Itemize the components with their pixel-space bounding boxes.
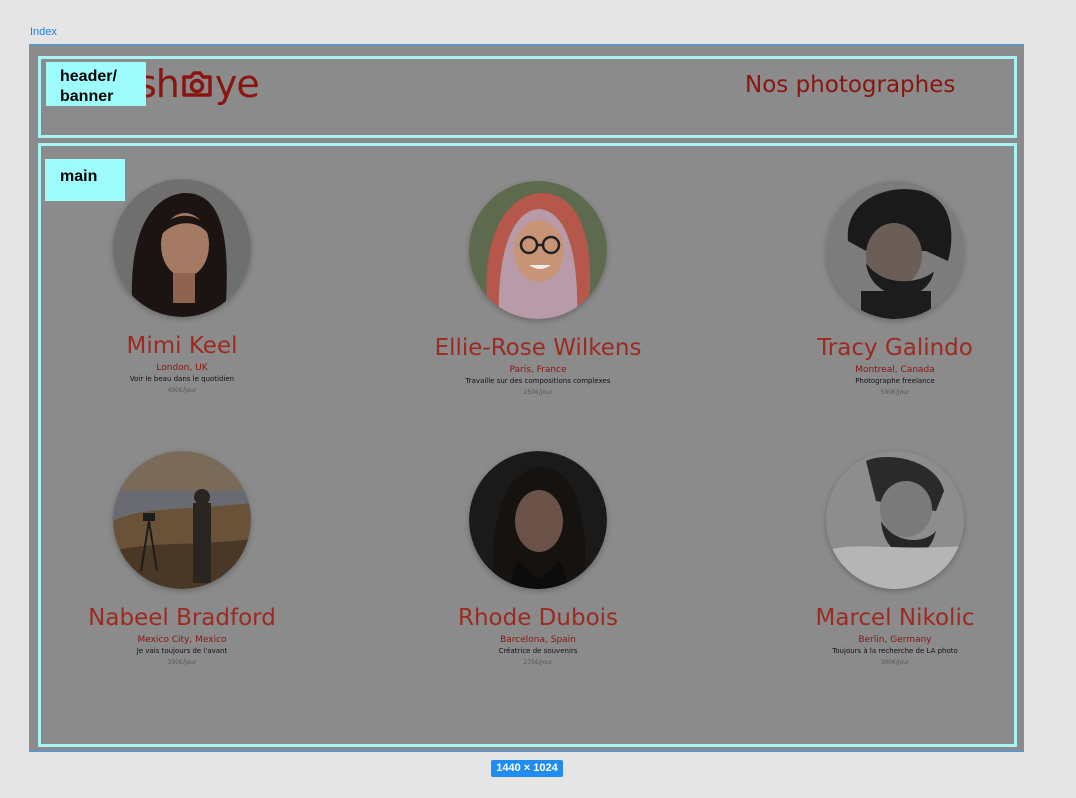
photographer-portrait[interactable]: [826, 451, 964, 589]
header-tag-label: header/ banner: [60, 68, 117, 105]
photographer-name[interactable]: Rhode Dubois: [373, 605, 703, 631]
photographer-tagline: Photographe freelance: [855, 377, 935, 385]
photographer-location: Paris, France: [509, 365, 567, 375]
photographer-portrait[interactable]: [469, 181, 607, 319]
photographer-price: 250€/jour: [523, 389, 553, 396]
photographer-price: 300€/jour: [880, 659, 910, 666]
main-region: main Mimi Keel London, UK Voir le beau d…: [38, 143, 1017, 747]
index-frame[interactable]: sh ye header/ banner Nos photographes ma…: [29, 44, 1024, 752]
photographer-price: 350€/jour: [167, 659, 197, 666]
photographer-card[interactable]: Nabeel Bradford Mexico City, Mexico Je v…: [17, 451, 347, 668]
photographer-tagline: Je vais toujours de l'avant: [136, 647, 228, 655]
photographer-portrait[interactable]: [113, 451, 251, 589]
photographer-name[interactable]: Tracy Galindo: [730, 335, 1060, 361]
logo-text-right: ye: [214, 62, 260, 106]
page-title: Nos photographes: [745, 72, 956, 98]
photographer-location: Berlin, Germany: [858, 635, 932, 645]
photographer-name[interactable]: Mimi Keel: [17, 333, 347, 359]
photographer-card[interactable]: Rhode Dubois Barcelona, Spain Créatrice …: [373, 451, 703, 668]
photographer-portrait[interactable]: [469, 451, 607, 589]
photographer-card[interactable]: Tracy Galindo Montreal, Canada Photograp…: [730, 181, 1060, 398]
photographer-price: 275€/jour: [523, 659, 553, 666]
photographer-portrait[interactable]: [113, 179, 251, 317]
photographer-location: Mexico City, Mexico: [137, 635, 227, 645]
photographer-price: 500€/jour: [880, 389, 910, 396]
header-region: sh ye header/ banner Nos photographes: [38, 56, 1017, 138]
photographer-location: Montreal, Canada: [855, 365, 935, 375]
photographer-tagline: Voir le beau dans le quotidien: [129, 375, 235, 383]
frame-label[interactable]: Index: [30, 26, 57, 38]
photographer-location: Barcelona, Spain: [500, 635, 576, 645]
photographer-card[interactable]: Ellie-Rose Wilkens Paris, France Travail…: [373, 181, 703, 398]
photographer-tagline: Créatrice de souvenirs: [498, 647, 578, 655]
photographer-name[interactable]: Marcel Nikolic: [730, 605, 1060, 631]
header-annotation-tag: header/ banner: [46, 62, 146, 106]
photographer-location: London, UK: [156, 363, 208, 373]
photographer-card[interactable]: Marcel Nikolic Berlin, Germany Toujours …: [730, 451, 1060, 668]
logo[interactable]: sh ye: [137, 62, 260, 106]
photographer-name[interactable]: Ellie-Rose Wilkens: [373, 335, 703, 361]
photographer-price: 400€/jour: [167, 387, 197, 394]
frame-size-badge: 1440 × 1024: [491, 760, 563, 777]
photographer-portrait[interactable]: [826, 181, 964, 319]
photographer-name[interactable]: Nabeel Bradford: [17, 605, 347, 631]
photographer-tagline: Toujours à la recherche de LA photo: [832, 647, 958, 655]
camera-icon: [182, 71, 212, 97]
photographer-tagline: Travaille sur des compositions complexes: [465, 377, 611, 385]
photographer-card[interactable]: Mimi Keel London, UK Voir le beau dans l…: [17, 179, 347, 396]
